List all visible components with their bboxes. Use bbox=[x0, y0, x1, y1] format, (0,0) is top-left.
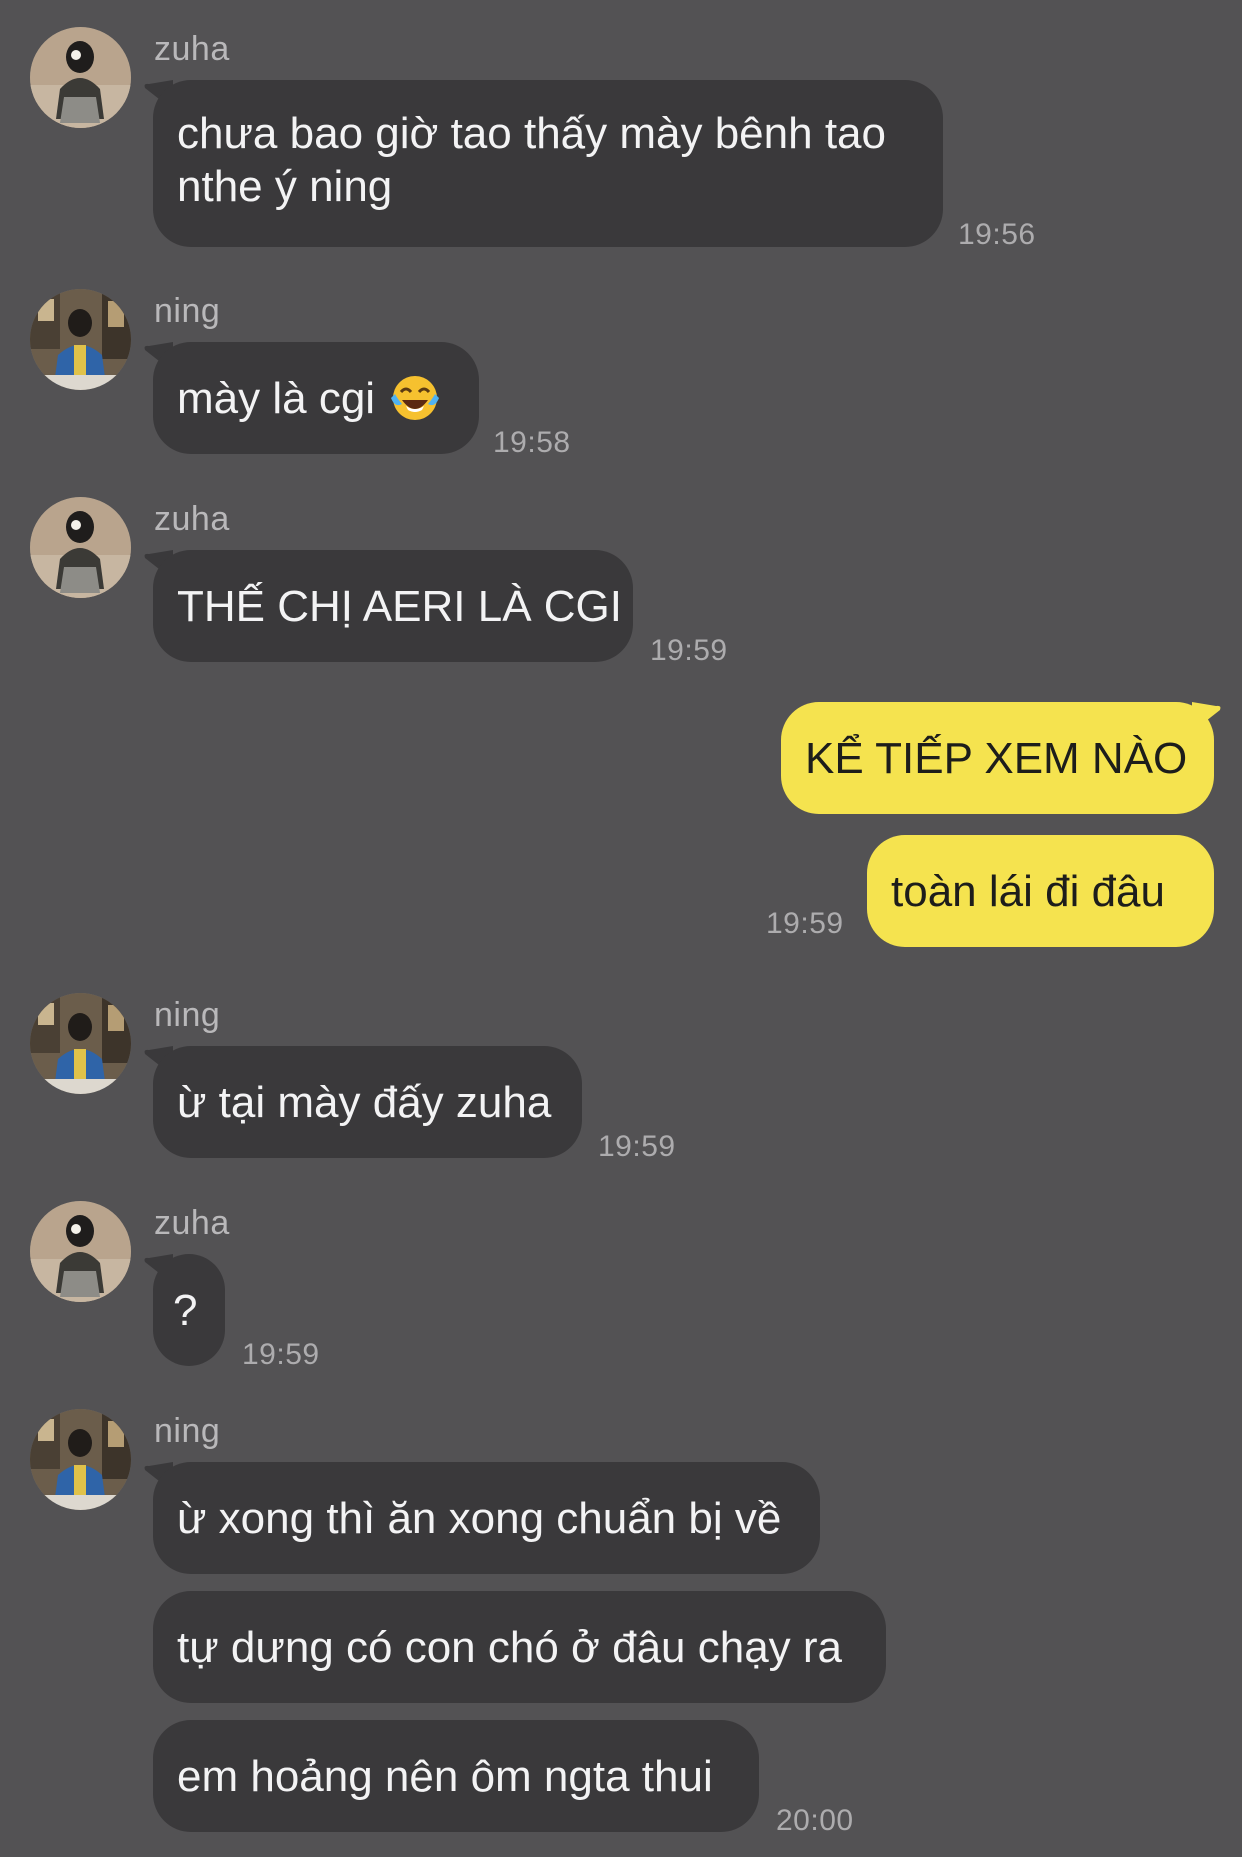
avatar-ning[interactable] bbox=[30, 993, 131, 1094]
message-text: tự dưng có con chó ở đâu chạy ra bbox=[177, 1622, 843, 1672]
message-bubble[interactable]: ừ xong thì ăn xong chuẩn bị về bbox=[153, 1462, 820, 1574]
message-text: KỂ TIẾP XEM NÀO bbox=[805, 733, 1188, 783]
sender-name: ning bbox=[154, 996, 221, 1034]
message-bubble[interactable]: ? bbox=[153, 1254, 225, 1366]
message-timestamp: 20:00 bbox=[776, 1804, 854, 1837]
message-text: em hoảng nên ôm ngta thui bbox=[177, 1751, 713, 1801]
message-bubble[interactable]: THẾ CHỊ AERI LÀ CGI bbox=[153, 550, 633, 662]
message-timestamp: 19:58 bbox=[493, 426, 571, 459]
avatar-ning[interactable] bbox=[30, 289, 131, 390]
message-bubble[interactable]: ừ tại mày đấy zuha bbox=[153, 1046, 582, 1158]
message-text: ừ tại mày đấy zuha bbox=[177, 1077, 552, 1127]
sender-name: zuha bbox=[154, 500, 230, 538]
message-text: chưa bao giờ tao thấy mày bênh tao nthe … bbox=[177, 109, 886, 211]
message-text: mày là cgi bbox=[177, 373, 376, 423]
message-bubble[interactable]: em hoảng nên ôm ngta thui bbox=[153, 1720, 759, 1832]
sender-name: zuha bbox=[154, 1204, 230, 1242]
sender-name: zuha bbox=[154, 30, 230, 68]
message-timestamp: 19:56 bbox=[958, 218, 1036, 251]
message-bubble[interactable]: KỂ TIẾP XEM NÀO bbox=[781, 702, 1214, 814]
message-timestamp: 19:59 bbox=[766, 907, 844, 940]
avatar-zuha[interactable] bbox=[30, 1201, 131, 1302]
face-with-tears-of-joy-icon bbox=[389, 372, 441, 424]
message-text: ừ xong thì ăn xong chuẩn bị về bbox=[177, 1493, 782, 1543]
message-timestamp: 19:59 bbox=[242, 1338, 320, 1371]
sender-name: ning bbox=[154, 292, 221, 330]
message-timestamp: 19:59 bbox=[598, 1130, 676, 1163]
message-text: ? bbox=[173, 1285, 198, 1335]
message-bubble[interactable]: mày là cgi bbox=[153, 342, 479, 454]
message-text: THẾ CHỊ AERI LÀ CGI bbox=[177, 581, 622, 631]
avatar-zuha[interactable] bbox=[30, 27, 131, 128]
sender-name: ning bbox=[154, 1412, 221, 1450]
message-timestamp: 19:59 bbox=[650, 634, 728, 667]
message-text: toàn lái đi đâu bbox=[891, 866, 1165, 916]
message-bubble[interactable]: chưa bao giờ tao thấy mày bênh tao nthe … bbox=[153, 80, 943, 247]
message-bubble[interactable]: toàn lái đi đâu bbox=[867, 835, 1214, 947]
chat-transcript[interactable]: zuha chưa bao giờ tao thấy mày bênh tao … bbox=[0, 0, 1242, 1857]
avatar-zuha[interactable] bbox=[30, 497, 131, 598]
avatar-ning[interactable] bbox=[30, 1409, 131, 1510]
message-bubble[interactable]: tự dưng có con chó ở đâu chạy ra bbox=[153, 1591, 886, 1703]
